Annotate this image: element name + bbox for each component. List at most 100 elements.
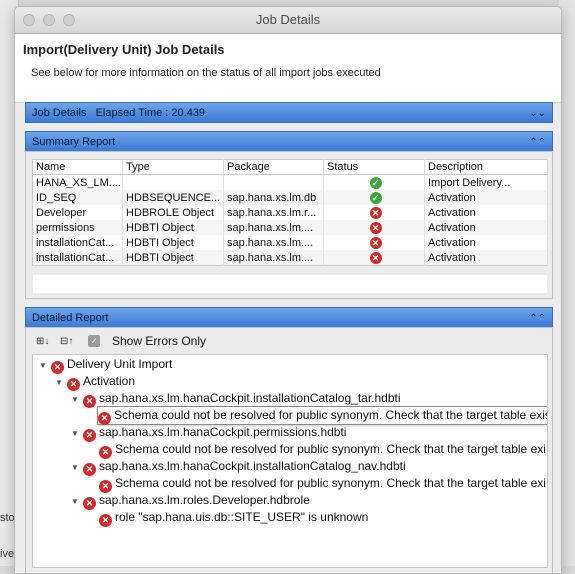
cell-status: ✕ bbox=[323, 205, 425, 220]
detailed-report-section-bar[interactable]: Detailed Report ⌃⌃ bbox=[25, 307, 553, 328]
detailed-report-label: Detailed Report bbox=[32, 312, 109, 324]
tree-node[interactable]: ▼ ✕ sap.hana.xs.lm.hanaCockpit.permissions… bbox=[71, 424, 347, 442]
job-details-window: Job Details Import(Delivery Unit) Job De… bbox=[14, 6, 562, 574]
close-window-button[interactable] bbox=[23, 14, 35, 26]
table-row[interactable]: installationCat... HDBTI Object sap.hana.x… bbox=[32, 235, 548, 250]
detailed-report-tree: ▼ ✕ Delivery Unit Import ▼ ✕ Activation ▼ ✕ sa… bbox=[32, 354, 548, 568]
cell-name: Developer bbox=[32, 205, 123, 220]
cell-description: Activation bbox=[424, 205, 548, 220]
summary-report-section-bar[interactable]: Summary Report ⌃⌃ bbox=[25, 131, 553, 152]
cell-package: sap.hana.xs.lm.... bbox=[223, 235, 324, 250]
tree-node[interactable]: ▼ ✕ Activation bbox=[55, 373, 136, 391]
table-header-row: Name Type Package Status Description bbox=[32, 159, 548, 175]
cell-package bbox=[223, 174, 324, 190]
table-row[interactable]: ID_SEQ HDBSEQUENCE... sap.hana.xs.lm.db ✓ Ac… bbox=[32, 190, 548, 205]
cell-status: ✕ bbox=[323, 250, 425, 266]
cell-name: installationCat... bbox=[32, 235, 123, 250]
tree-node[interactable]: ✕ Schema could not be resolved for public… bbox=[99, 441, 546, 459]
table-row[interactable]: HANA_XS_LM.... ✓ Import Delivery... bbox=[32, 174, 548, 190]
cell-package: sap.hana.xs.lm.... bbox=[223, 250, 324, 266]
cell-description: Import Delivery... bbox=[424, 174, 548, 190]
tree-node-selected[interactable]: ✕ Schema could not be resolved for public… bbox=[97, 406, 548, 425]
tree-node[interactable]: ✕ Schema could not be resolved for public… bbox=[99, 475, 546, 493]
x-circle-icon: ✕ bbox=[369, 221, 382, 234]
cell-type: HDBTI Object bbox=[122, 250, 224, 266]
expanded-triangle-icon[interactable]: ▼ bbox=[71, 493, 83, 510]
tree-node-label: Schema could not be resolved for public … bbox=[115, 442, 546, 456]
summary-table-empty-area bbox=[33, 275, 547, 293]
cell-name: ID_SEQ bbox=[32, 190, 123, 205]
cell-description: Activation bbox=[424, 220, 548, 235]
tree-node-label: sap.hana.xs.lm.hanaCockpit.installationC… bbox=[99, 459, 406, 473]
tree-node[interactable]: ▼ ✕ sap.hana.xs.lm.hanaCockpit.installatio… bbox=[71, 458, 406, 476]
column-header-name[interactable]: Name bbox=[32, 159, 123, 175]
tree-node[interactable]: ▼ ✕ Delivery Unit Import bbox=[39, 356, 173, 374]
column-header-description[interactable]: Description bbox=[424, 159, 548, 175]
tree-node[interactable]: ▼ ✕ sap.hana.xs.lm.hanaCockpit.installatio… bbox=[71, 390, 401, 408]
expanded-triangle-icon[interactable]: ▼ bbox=[71, 391, 83, 408]
x-circle-icon: ✕ bbox=[83, 497, 96, 510]
cell-type bbox=[122, 174, 224, 190]
table-row[interactable]: permissions HDBTI Object sap.hana.xs.lm...… bbox=[32, 220, 548, 235]
detailed-report-panel: ⊞↓ ⊟↑ ✓ Show Errors Only ▼ ✕ Delivery Unit… bbox=[25, 327, 553, 573]
dialog-subtitle: See below for more information on the st… bbox=[31, 67, 381, 79]
tree-node-label: role "sap.hana.uis.db::SITE_USER" is unk… bbox=[115, 510, 369, 524]
expanded-triangle-icon[interactable]: ▼ bbox=[55, 374, 67, 391]
cell-name: HANA_XS_LM.... bbox=[32, 174, 123, 190]
tree-node-label: Activation bbox=[83, 374, 136, 388]
summary-report-panel: Name Type Package Status Description HAN… bbox=[25, 151, 553, 299]
column-header-package[interactable]: Package bbox=[223, 159, 324, 175]
tree-node[interactable]: ▼ ✕ sap.hana.xs.lm.roles.Developer.hdbrole bbox=[71, 492, 310, 510]
check-circle-icon: ✓ bbox=[369, 191, 382, 204]
dialog-title: Import(Delivery Unit) Job Details bbox=[23, 42, 225, 57]
x-circle-icon: ✕ bbox=[98, 412, 111, 425]
cell-description: Activation bbox=[424, 250, 548, 266]
x-circle-icon: ✕ bbox=[369, 236, 382, 249]
column-header-status[interactable]: Status bbox=[323, 159, 425, 175]
tree-node-label: Schema could not be resolved for public … bbox=[115, 476, 546, 490]
cell-status: ✕ bbox=[323, 220, 425, 235]
x-circle-icon: ✕ bbox=[99, 514, 112, 527]
cell-package: sap.hana.xs.lm.... bbox=[223, 220, 324, 235]
window-title: Job Details bbox=[255, 12, 321, 27]
x-circle-icon: ✕ bbox=[369, 206, 382, 219]
expand-chevron-icon[interactable]: ⌄⌄ bbox=[529, 103, 546, 124]
x-circle-icon: ✕ bbox=[369, 251, 382, 264]
show-errors-only-checkbox[interactable]: ✓ bbox=[88, 335, 100, 347]
cell-package: sap.hana.xs.lm.db bbox=[223, 190, 324, 205]
collapse-chevron-icon[interactable]: ⌃⌃ bbox=[529, 308, 546, 329]
cell-type: HDBTI Object bbox=[122, 235, 224, 250]
tree-node[interactable]: ✕ role "sap.hana.uis.db::SITE_USER" is un… bbox=[99, 509, 369, 527]
collapse-all-icon[interactable]: ⊟↑ bbox=[60, 336, 73, 347]
show-errors-only-label[interactable]: Show Errors Only bbox=[112, 334, 206, 348]
tree-node-label: Delivery Unit Import bbox=[67, 357, 173, 371]
cell-description: Activation bbox=[424, 190, 548, 205]
expanded-triangle-icon[interactable]: ▼ bbox=[71, 459, 83, 476]
expand-all-icon[interactable]: ⊞↓ bbox=[36, 336, 49, 347]
expanded-triangle-icon[interactable]: ▼ bbox=[39, 357, 51, 374]
job-details-section-bar[interactable]: Job Details Elapsed Time : 20.439 ⌄⌄ bbox=[25, 102, 553, 123]
elapsed-time-label: Elapsed Time : 20.439 bbox=[95, 107, 206, 119]
tree-node-label: Schema could not be resolved for public … bbox=[114, 408, 548, 422]
minimize-window-button[interactable] bbox=[43, 14, 55, 26]
tree-node-label: sap.hana.xs.lm.hanaCockpit.permissions.h… bbox=[99, 425, 347, 439]
tree-node-label: sap.hana.xs.lm.roles.Developer.hdbrole bbox=[99, 493, 310, 507]
cell-name: installationCat... bbox=[32, 250, 123, 266]
zoom-window-button[interactable] bbox=[63, 14, 75, 26]
check-circle-icon: ✓ bbox=[369, 176, 382, 189]
cell-type: HDBSEQUENCE... bbox=[122, 190, 224, 205]
cell-type: HDBROLE Object bbox=[122, 205, 224, 220]
expanded-triangle-icon[interactable]: ▼ bbox=[71, 425, 83, 442]
cell-status: ✓ bbox=[323, 190, 425, 205]
collapse-chevron-icon[interactable]: ⌃⌃ bbox=[529, 132, 546, 153]
x-circle-icon: ✕ bbox=[83, 395, 96, 408]
table-row[interactable]: installationCat... HDBTI Object sap.hana.x… bbox=[32, 250, 548, 266]
table-row[interactable]: Developer HDBROLE Object sap.hana.xs.lm.r.… bbox=[32, 205, 548, 220]
column-header-type[interactable]: Type bbox=[122, 159, 224, 175]
cell-type: HDBTI Object bbox=[122, 220, 224, 235]
title-bar: Job Details bbox=[15, 7, 561, 34]
cell-description: Activation bbox=[424, 235, 548, 250]
summary-report-label: Summary Report bbox=[32, 136, 116, 148]
cell-package: sap.hana.xs.lm.r... bbox=[223, 205, 324, 220]
cell-status: ✓ bbox=[323, 174, 425, 190]
